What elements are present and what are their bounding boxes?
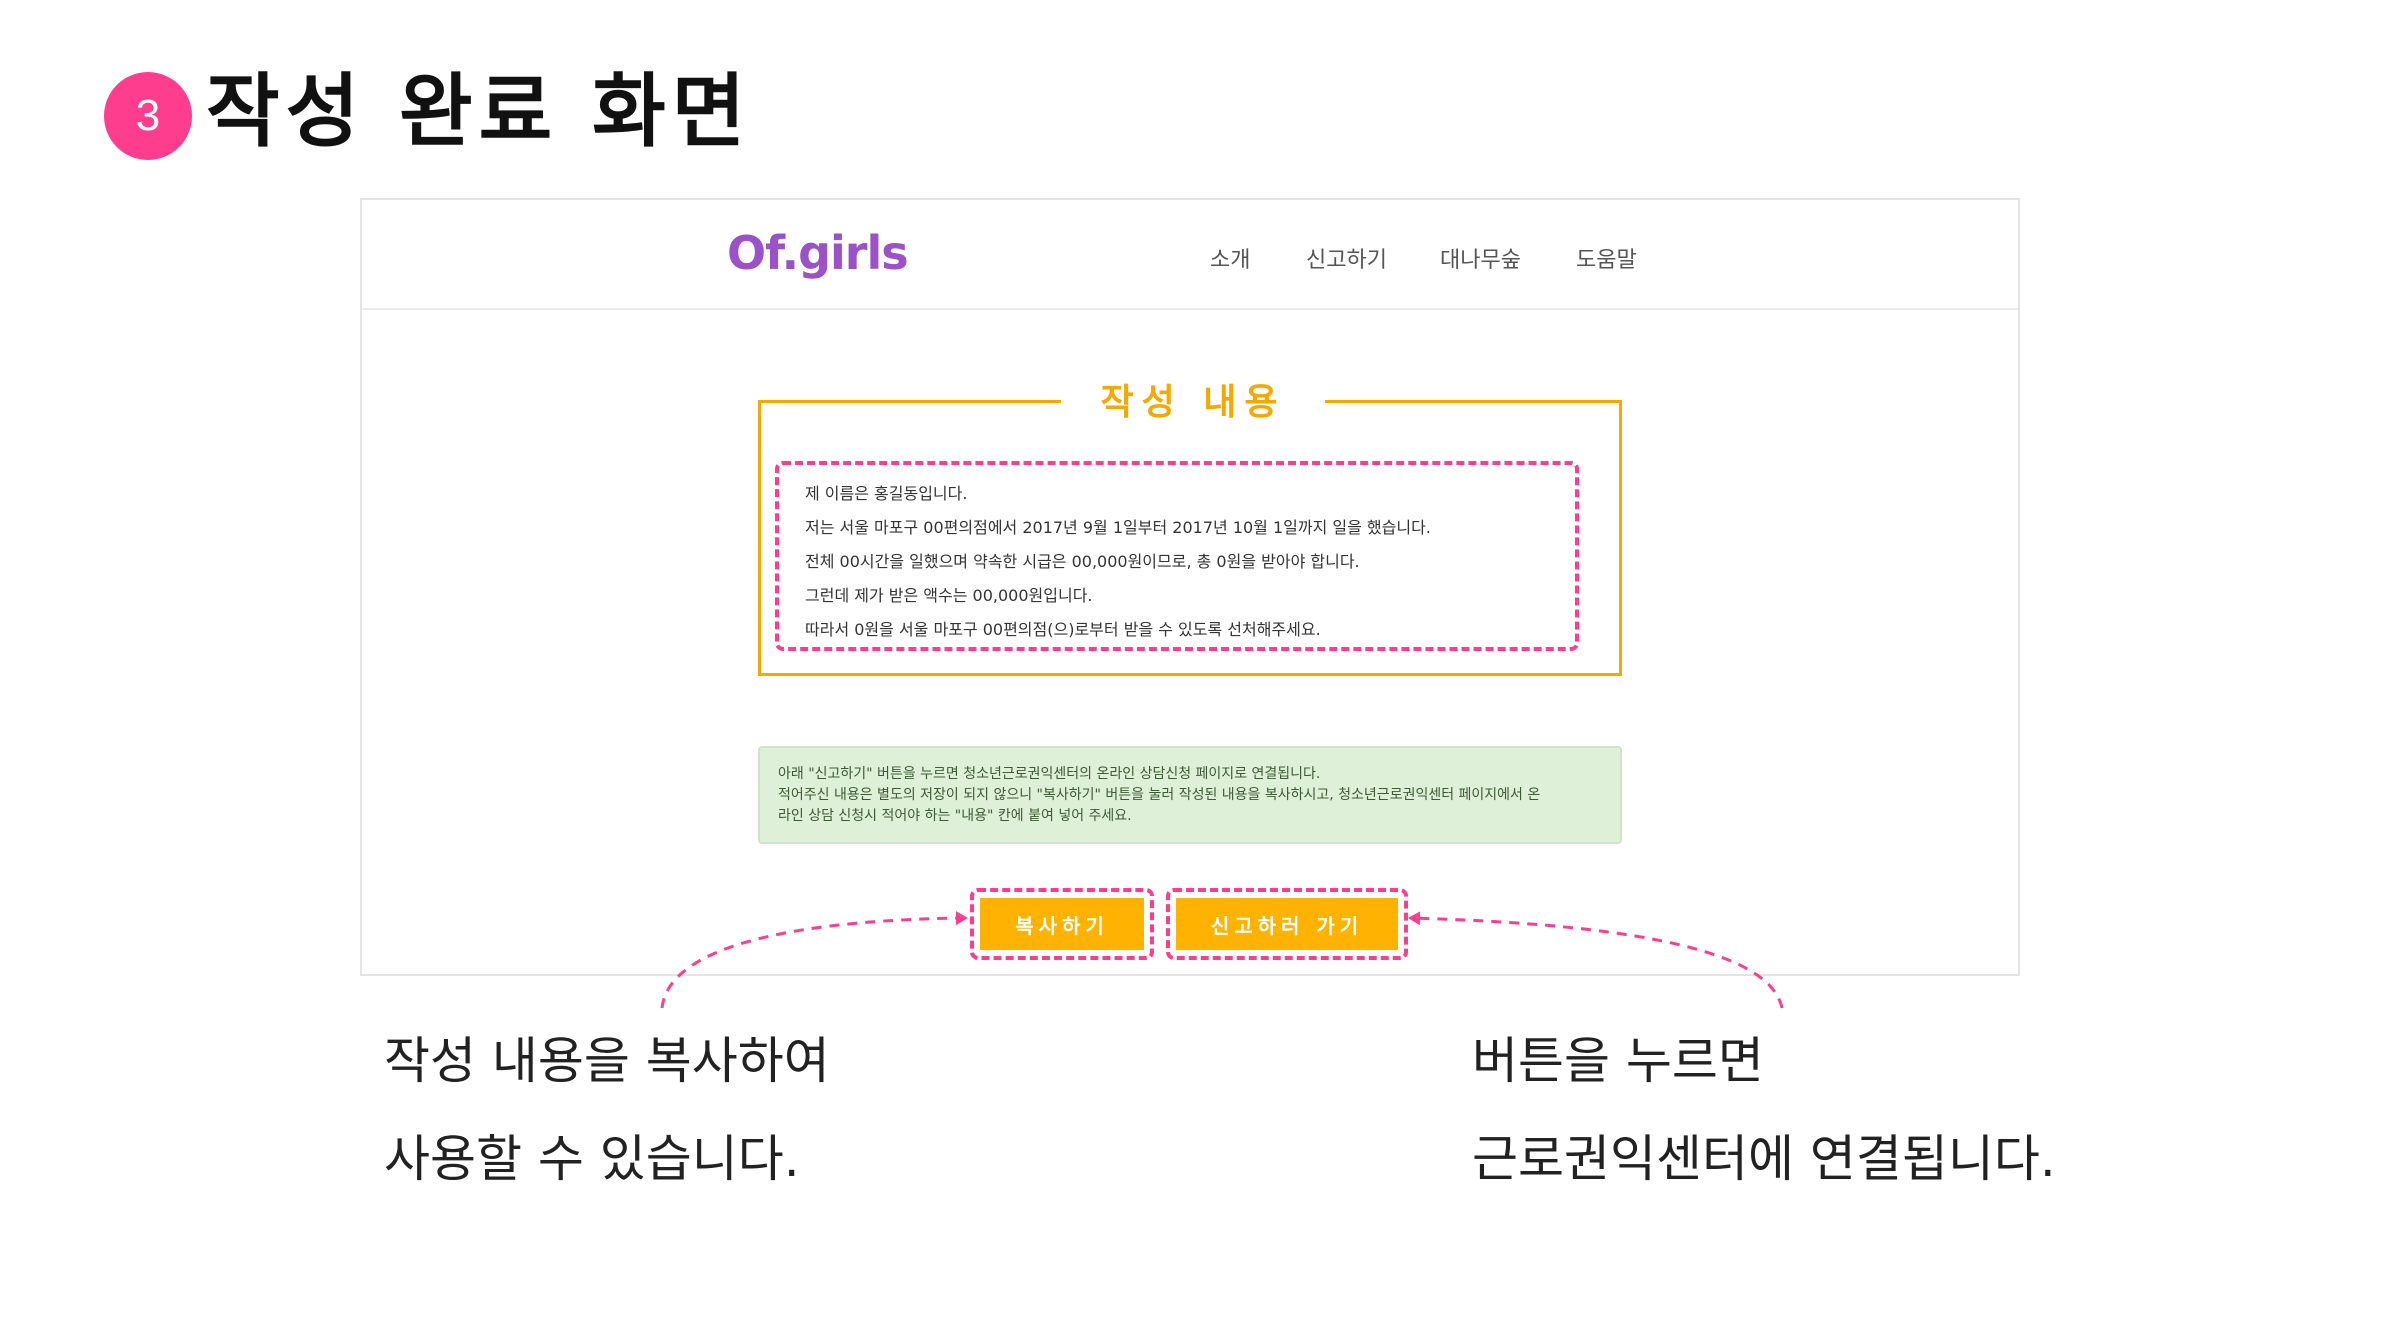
site-logo[interactable]: Of.girls [727, 226, 909, 280]
copy-button-highlight: 복사하기 [970, 888, 1154, 960]
nav-item-report[interactable]: 신고하기 [1306, 242, 1387, 274]
nav-item-about[interactable]: 소개 [1210, 242, 1250, 274]
navbar: Of.girls 소개 신고하기 대나무숲 도움말 [362, 200, 2018, 310]
content-text: 제 이름은 홍길동입니다. 저는 서울 마포구 00편의점에서 2017년 9월… [805, 477, 1431, 647]
caption-line: 작성 내용을 복사하여 [384, 1032, 830, 1090]
right-caption: 버튼을 누르면 근로권익센터에 연결됩니다. [1472, 1012, 2056, 1208]
caption-line: 사용할 수 있습니다. [384, 1130, 800, 1188]
content-line: 저는 서울 마포구 00편의점에서 2017년 9월 1일부터 2017년 10… [805, 518, 1431, 537]
written-content-box: 작성 내용 제 이름은 홍길동입니다. 저는 서울 마포구 00편의점에서 20… [758, 375, 1622, 676]
notice-line: 라인 상담 신청시 적어야 하는 "내용" 칸에 붙여 넣어 주세요. [778, 808, 1132, 824]
go-report-button[interactable]: 신고하러 가기 [1176, 898, 1398, 950]
caption-line: 근로권익센터에 연결됩니다. [1472, 1130, 2056, 1188]
content-box-title: 작성 내용 [1061, 375, 1325, 431]
copy-button[interactable]: 복사하기 [980, 898, 1144, 950]
notice-line: 아래 "신고하기" 버튼을 누르면 청소년근로권익센터의 온라인 상담신청 페이… [778, 766, 1321, 782]
content-line: 전체 00시간을 일했으며 약속한 시급은 00,000원이므로, 총 0원을 … [805, 552, 1360, 571]
content-line: 따라서 0원을 서울 마포구 00편의점(으)로부터 받을 수 있도록 선처해주… [805, 620, 1321, 639]
browser-screenshot: Of.girls 소개 신고하기 대나무숲 도움말 작성 내용 제 이름은 홍길… [360, 198, 2020, 976]
notice-line: 적어주신 내용은 별도의 저장이 되지 않으니 "복사하기" 버튼을 눌러 작성… [778, 787, 1541, 803]
caption-line: 버튼을 누르면 [1472, 1032, 1764, 1090]
step-number-badge: 3 [104, 72, 192, 160]
content-line: 제 이름은 홍길동입니다. [805, 484, 968, 503]
nav-item-bamboo-forest[interactable]: 대나무숲 [1440, 242, 1521, 274]
content-line: 그런데 제가 받은 액수는 00,000원입니다. [805, 586, 1093, 605]
nav-item-help[interactable]: 도움말 [1576, 242, 1637, 274]
notice-alert: 아래 "신고하기" 버튼을 누르면 청소년근로권익센터의 온라인 상담신청 페이… [758, 746, 1622, 844]
left-caption: 작성 내용을 복사하여 사용할 수 있습니다. [384, 1012, 830, 1208]
report-button-highlight: 신고하러 가기 [1166, 888, 1408, 960]
slide-title: 작성 완료 화면 [206, 65, 752, 158]
